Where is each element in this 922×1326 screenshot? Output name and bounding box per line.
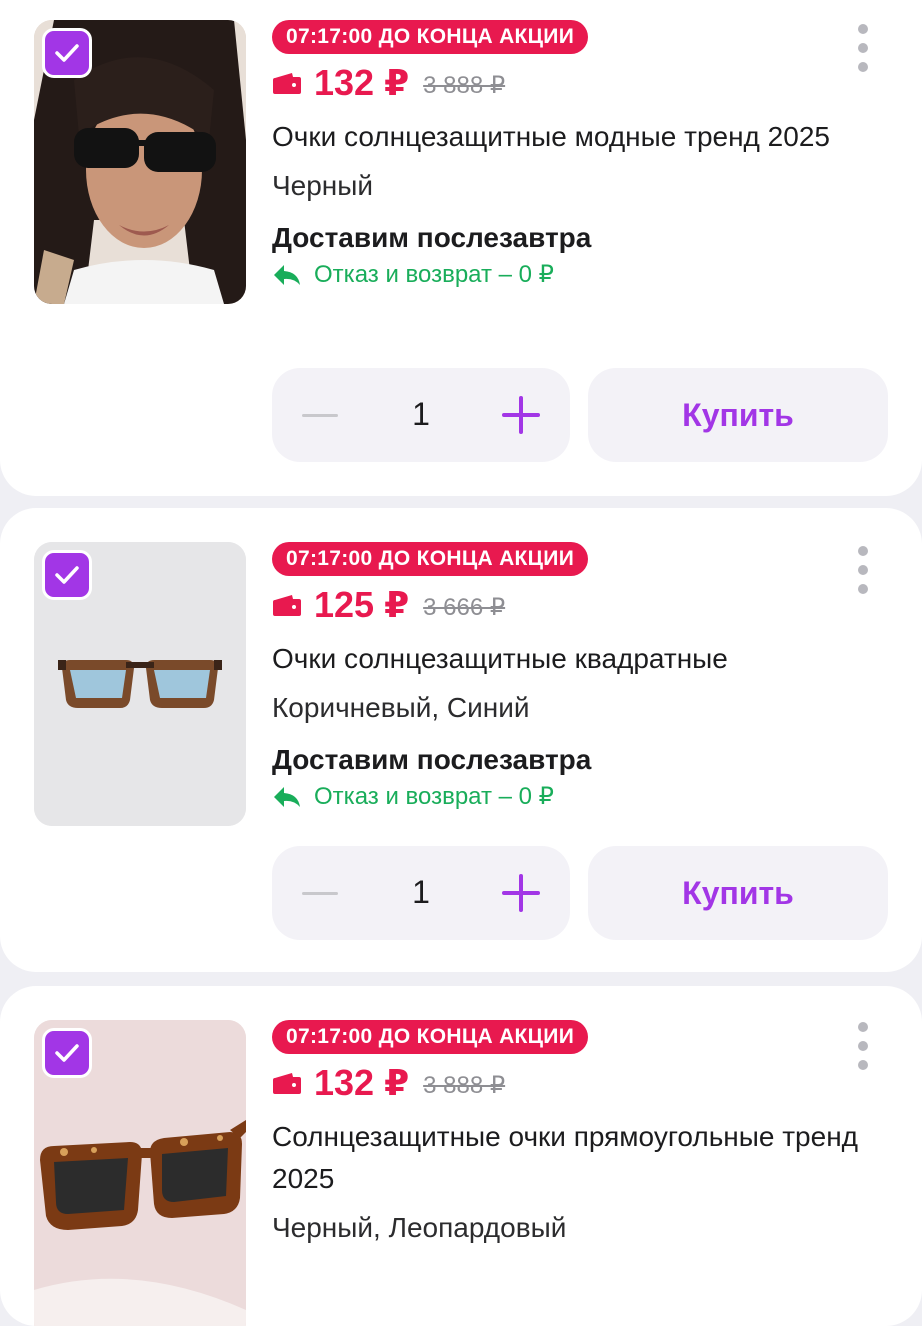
- increase-quantity-button[interactable]: [502, 874, 540, 912]
- delivery-info: Доставим послезавтра: [272, 222, 592, 253]
- price-row: 132 ₽ 3 888 ₽: [272, 62, 888, 104]
- returns-info: Отказ и возврат – 0 ₽: [272, 782, 888, 811]
- cart-item-1: 07:17:00 ДО КОНЦА АКЦИИ 132 ₽ 3 888 ₽ Оч…: [0, 0, 922, 496]
- returns-info: Отказ и возврат – 0 ₽: [272, 260, 888, 289]
- product-color: Черный: [272, 170, 374, 201]
- return-arrow-icon: [274, 786, 300, 807]
- old-price: 3 888 ₽: [423, 1071, 506, 1099]
- wallet-icon: [273, 73, 301, 94]
- current-price: 132 ₽: [314, 62, 410, 103]
- old-price: 3 888 ₽: [423, 71, 506, 99]
- quantity-stepper: 1: [272, 846, 570, 940]
- returns-label: Отказ и возврат – 0 ₽: [314, 783, 554, 810]
- product-title[interactable]: Очки солнцезащитные квадратные: [272, 638, 888, 680]
- select-checkbox[interactable]: [42, 550, 92, 600]
- item-controls: 1 Купить: [272, 846, 888, 940]
- product-info: 07:17:00 ДО КОНЦА АКЦИИ 125 ₽ 3 666 ₽ Оч…: [272, 542, 888, 811]
- price-row: 125 ₽ 3 666 ₽: [272, 584, 888, 626]
- wallet-icon: [273, 1073, 301, 1094]
- product-color: Черный, Леопардовый: [272, 1212, 567, 1243]
- product-image[interactable]: [34, 1020, 246, 1326]
- more-options-icon[interactable]: [858, 24, 868, 72]
- promo-timer-badge: 07:17:00 ДО КОНЦА АКЦИИ: [272, 20, 589, 54]
- product-image[interactable]: [34, 20, 246, 304]
- product-info: 07:17:00 ДО КОНЦА АКЦИИ 132 ₽ 3 888 ₽ Со…: [272, 1020, 888, 1246]
- cart-item-2: 07:17:00 ДО КОНЦА АКЦИИ 125 ₽ 3 666 ₽ Оч…: [0, 508, 922, 972]
- promo-timer-badge: 07:17:00 ДО КОНЦА АКЦИИ: [272, 1020, 589, 1054]
- increase-quantity-button[interactable]: [502, 396, 540, 434]
- old-price: 3 666 ₽: [423, 593, 506, 621]
- price-row: 132 ₽ 3 888 ₽: [272, 1062, 888, 1104]
- buy-button[interactable]: Купить: [588, 846, 888, 940]
- product-color: Коричневый, Синий: [272, 692, 530, 723]
- product-image[interactable]: [34, 542, 246, 826]
- more-options-icon[interactable]: [858, 546, 868, 594]
- cart-item-3: 07:17:00 ДО КОНЦА АКЦИИ 132 ₽ 3 888 ₽ Со…: [0, 986, 922, 1326]
- item-controls: 1 Купить: [272, 368, 888, 462]
- current-price: 132 ₽: [314, 1062, 410, 1103]
- quantity-stepper: 1: [272, 368, 570, 462]
- promo-timer-badge: 07:17:00 ДО КОНЦА АКЦИИ: [272, 542, 589, 576]
- product-title[interactable]: Солнцезащитные очки прямоугольные тренд …: [272, 1116, 888, 1200]
- select-checkbox[interactable]: [42, 28, 92, 78]
- current-price: 125 ₽: [314, 584, 410, 625]
- delivery-info: Доставим послезавтра: [272, 744, 592, 775]
- buy-button[interactable]: Купить: [588, 368, 888, 462]
- wallet-icon: [273, 595, 301, 616]
- more-options-icon[interactable]: [858, 1022, 868, 1070]
- product-title[interactable]: Очки солнцезащитные модные тренд 2025: [272, 116, 888, 158]
- select-checkbox[interactable]: [42, 1028, 92, 1078]
- product-info: 07:17:00 ДО КОНЦА АКЦИИ 132 ₽ 3 888 ₽ Оч…: [272, 20, 888, 289]
- return-arrow-icon: [274, 264, 300, 285]
- returns-label: Отказ и возврат – 0 ₽: [314, 261, 554, 288]
